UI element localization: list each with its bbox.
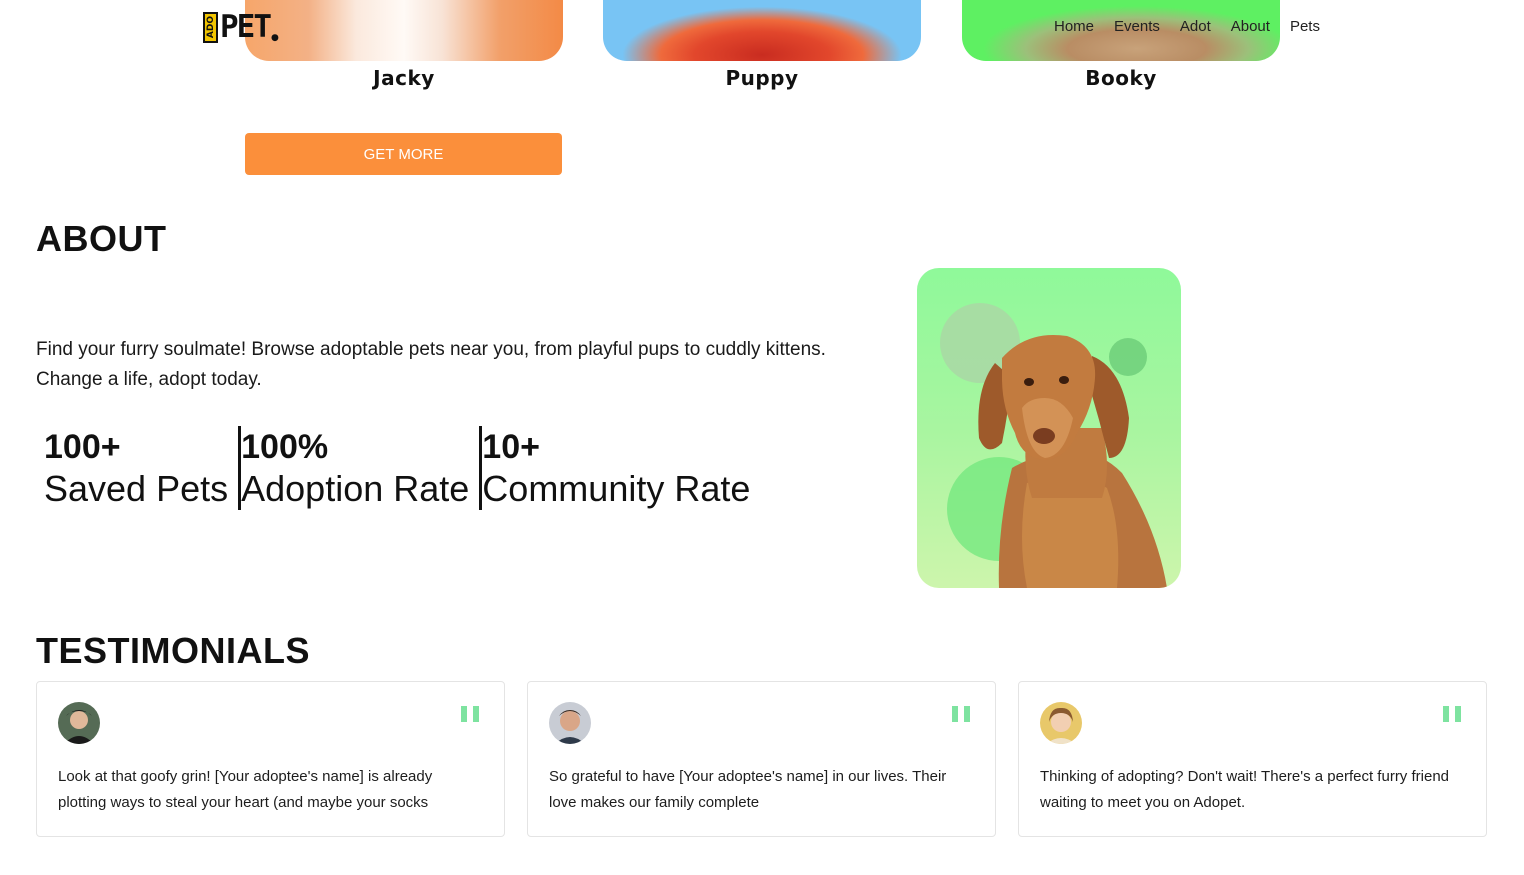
quote-icon (461, 706, 479, 722)
quote-icon (1443, 706, 1461, 722)
pet-image[interactable] (603, 0, 921, 61)
nav-adot[interactable]: Adot (1180, 18, 1211, 35)
pet-name: Booky (1085, 66, 1157, 90)
testimonial-text: Thinking of adopting? Don't wait! There'… (1040, 768, 1449, 811)
pet-card-booky[interactable]: Booky (962, 0, 1280, 90)
stat-saved-pets: 100+ Saved Pets (44, 426, 238, 510)
about-description: Find your furry soulmate! Browse adoptab… (36, 339, 826, 390)
stat-value: 100+ (44, 428, 121, 466)
testimonial-text: Look at that goofy grin! [Your adoptee's… (58, 768, 433, 811)
testimonial-text: So grateful to have [Your adoptee's name… (549, 768, 947, 811)
paw-icon: ● (271, 32, 279, 43)
logo-badge: ADO (203, 12, 218, 43)
pet-name: Jacky (373, 66, 435, 90)
avatar (549, 702, 591, 744)
dog-illustration (940, 303, 1167, 588)
testimonial-card: So grateful to have [Your adoptee's name… (527, 681, 996, 837)
quote-icon (952, 706, 970, 722)
stat-adoption-rate: 100% Adoption Rate (241, 426, 479, 510)
pet-card-jacky[interactable]: Jacky (245, 0, 563, 90)
main-nav: Home Events Adot About Pets (1054, 18, 1320, 35)
testimonial-card: Look at that goofy grin! [Your adoptee's… (36, 681, 505, 837)
about-title: ABOUT (36, 218, 167, 259)
stat-value: 10+ (482, 428, 540, 466)
stat-value: 100% (241, 428, 329, 466)
about-dog-image (917, 268, 1181, 588)
stats-row: 100+ Saved Pets 100% Adoption Rate 10+ C… (44, 426, 760, 510)
nav-home[interactable]: Home (1054, 18, 1094, 35)
pet-card-puppy[interactable]: Puppy (603, 0, 921, 90)
avatar (58, 702, 100, 744)
stat-label: Adoption Rate (241, 468, 470, 509)
nav-events[interactable]: Events (1114, 18, 1160, 35)
testimonials-title: TESTIMONIALS (36, 630, 310, 671)
stat-label: Community Rate (482, 468, 751, 509)
site-logo[interactable]: ADO PET ● (203, 12, 279, 43)
testimonial-card: Thinking of adopting? Don't wait! There'… (1018, 681, 1487, 837)
avatar (1040, 702, 1082, 744)
testimonials-list: Look at that goofy grin! [Your adoptee's… (36, 681, 1487, 837)
stat-community-rate: 10+ Community Rate (482, 426, 760, 510)
stat-label: Saved Pets (44, 468, 229, 509)
pet-name: Puppy (725, 66, 799, 90)
nav-pets[interactable]: Pets (1290, 18, 1320, 35)
nav-about[interactable]: About (1231, 18, 1270, 35)
logo-text: PET (220, 9, 272, 45)
get-more-button[interactable]: GET MORE (245, 133, 562, 175)
pet-image[interactable] (245, 0, 563, 61)
